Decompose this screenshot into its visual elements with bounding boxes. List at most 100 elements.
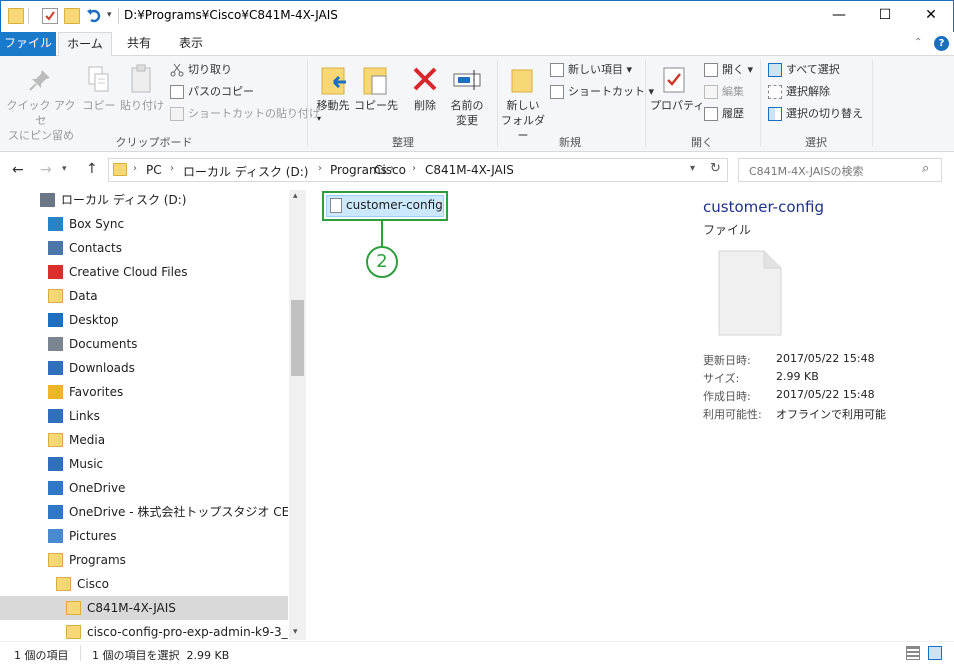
item-count: 1 個の項目 [14, 649, 69, 662]
contacts-icon [48, 241, 63, 255]
back-icon[interactable]: ← [12, 162, 24, 178]
delete-button[interactable]: 削除 [408, 98, 442, 113]
documents-icon [48, 337, 63, 351]
move-to-icon [320, 64, 348, 96]
sidebar-item[interactable]: Cisco [0, 572, 288, 596]
sidebar-item[interactable]: Box Sync [0, 212, 288, 236]
chevron-right-icon[interactable]: › [318, 163, 322, 174]
open-icon [704, 63, 718, 77]
close-button[interactable]: ✕ [908, 0, 954, 31]
search-icon: ⌕ [922, 161, 930, 176]
new-folder-quick-icon[interactable] [64, 8, 80, 24]
details-view-icon[interactable] [906, 646, 920, 660]
open-button[interactable]: 開く ▾ [704, 60, 753, 80]
minimize-button[interactable]: — [816, 0, 862, 31]
sidebar-item[interactable]: Data [0, 284, 288, 308]
history-icon [704, 107, 718, 121]
select-none-button[interactable]: 選択解除 [768, 82, 830, 102]
sidebar-item-label: Data [69, 289, 98, 303]
history-button[interactable]: 履歴 [704, 104, 744, 124]
collapse-ribbon-icon[interactable]: ⌃ [914, 37, 922, 48]
select-all-button[interactable]: すべて選択 [768, 60, 840, 80]
copy-to-button[interactable]: コピー先 [354, 98, 398, 113]
sidebar-item[interactable]: Links [0, 404, 288, 428]
sidebar-item[interactable]: Pictures [0, 524, 288, 548]
window-title: D:¥Programs¥Cisco¥C841M-4X-JAIS [124, 8, 338, 22]
copy-path-button[interactable]: パスのコピー [170, 82, 254, 102]
tab-file[interactable]: ファイル [0, 32, 56, 56]
sidebar-item[interactable]: Documents [0, 332, 288, 356]
sidebar-item[interactable]: Downloads [0, 356, 288, 380]
maximize-button[interactable]: ☐ [862, 0, 908, 31]
divider [80, 645, 81, 661]
nav-scroll-thumb[interactable] [291, 300, 304, 376]
address-dropdown-icon[interactable]: ▾ [690, 163, 695, 174]
file-name[interactable]: customer-config [346, 198, 443, 212]
properties-button[interactable]: プロパティ [650, 98, 704, 113]
properties-check-icon[interactable] [42, 8, 58, 24]
cut-button[interactable]: 切り取り [170, 60, 232, 80]
move-to-dropdown-icon[interactable]: ▾ [317, 114, 321, 123]
rename-button[interactable]: 名前の 変更 [446, 98, 488, 128]
group-label-clipboard: クリップボード [115, 136, 193, 149]
chevron-right-icon[interactable]: › [133, 163, 137, 174]
copy-button[interactable]: コピー [80, 98, 118, 113]
edit-button[interactable]: 編集 [704, 82, 744, 102]
sidebar-item[interactable]: OneDrive - 株式会社トップスタジオ CE [0, 500, 288, 524]
move-to-button[interactable]: 移動先 [312, 98, 354, 113]
details-modified-label: 更新日時: [703, 354, 751, 367]
download-icon [48, 361, 63, 375]
large-icons-view-icon[interactable] [928, 646, 942, 660]
sidebar-item[interactable]: Favorites [0, 380, 288, 404]
paste-icon [130, 64, 154, 94]
undo-icon[interactable] [86, 8, 102, 24]
folder-icon [56, 577, 71, 591]
folder-icon [48, 289, 63, 303]
details-created-value: 2017/05/22 15:48 [776, 388, 875, 401]
drive-icon [40, 193, 55, 207]
invert-selection-button[interactable]: 選択の切り替え [768, 104, 863, 124]
customize-quick-access-icon[interactable]: ▾ [107, 10, 112, 20]
callout-line [381, 221, 383, 247]
forward-icon[interactable]: → [40, 162, 52, 178]
sidebar-item[interactable]: C841M-4X-JAIS [0, 596, 288, 620]
scroll-up-icon[interactable]: ▴ [293, 191, 298, 201]
chevron-right-icon[interactable]: › [412, 163, 416, 174]
sidebar-item[interactable]: OneDrive [0, 476, 288, 500]
tab-home[interactable]: ホーム [58, 32, 112, 57]
sidebar-item[interactable]: Desktop [0, 308, 288, 332]
tab-share[interactable]: 共有 [116, 32, 162, 56]
scroll-down-icon[interactable]: ▾ [293, 627, 298, 637]
breadcrumb-current[interactable]: C841M-4X-JAIS [425, 163, 514, 177]
up-icon[interactable]: ↑ [86, 161, 98, 177]
pin-icon [28, 68, 52, 92]
sidebar-item[interactable]: ローカル ディスク (D:) [0, 190, 288, 212]
breadcrumb-local-disk[interactable]: ローカル ディスク (D:) [183, 163, 308, 180]
refresh-icon[interactable]: ↻ [710, 161, 721, 176]
paste-button[interactable]: 貼り付け [120, 98, 164, 113]
sidebar-item-label: Favorites [69, 385, 124, 399]
sidebar-item[interactable]: Music [0, 452, 288, 476]
sidebar-item[interactable]: Programs [0, 548, 288, 572]
sidebar-item[interactable]: Creative Cloud Files [0, 260, 288, 284]
breadcrumb-pc[interactable]: PC [146, 163, 162, 177]
easy-access-button[interactable]: ショートカット ▾ [550, 82, 654, 102]
recent-locations-icon[interactable]: ▾ [62, 164, 67, 174]
nav-scrollbar[interactable] [289, 190, 306, 640]
sidebar-item[interactable]: Media [0, 428, 288, 452]
chevron-right-icon[interactable]: › [170, 163, 174, 174]
selection-info: 1 個の項目を選択 2.99 KB [92, 649, 230, 662]
divider [645, 60, 646, 146]
paste-shortcut-button[interactable]: ショートカットの貼り付け [170, 104, 320, 124]
help-icon[interactable]: ? [934, 36, 949, 51]
breadcrumb-cisco[interactable]: Cisco [374, 163, 406, 177]
rename-icon [452, 68, 482, 92]
search-input[interactable]: C841M-4X-JAISの検索 [738, 158, 942, 182]
sidebar-item[interactable]: Contacts [0, 236, 288, 260]
group-label-open: 開く [691, 136, 713, 149]
tab-view[interactable]: 表示 [168, 32, 214, 56]
new-item-button[interactable]: 新しい項目 ▾ [550, 60, 632, 80]
sidebar-item[interactable]: cisco-config-pro-exp-admin-k9-3_3_1- [0, 620, 288, 640]
file-preview-icon [718, 250, 782, 336]
details-availability-label: 利用可能性: [703, 408, 762, 421]
